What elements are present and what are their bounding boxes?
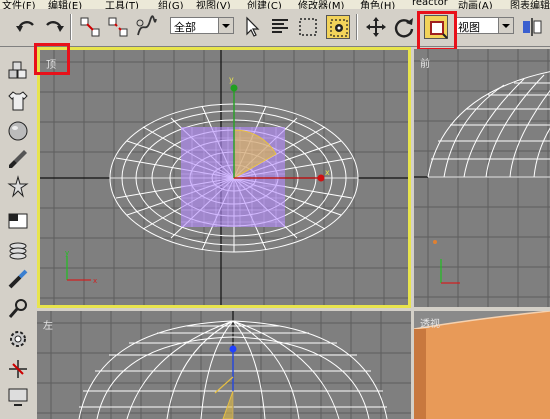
menu-view[interactable]: 视图(V): [196, 0, 231, 9]
viewport-front-label[interactable]: 前: [420, 55, 430, 70]
move-icon[interactable]: [364, 15, 388, 39]
gizmo-x-label: x: [325, 168, 330, 177]
wrench-tool-icon[interactable]: [6, 267, 30, 291]
highlight-box: [417, 11, 457, 51]
stack-icon[interactable]: [6, 239, 30, 263]
gizmo-y-label: y: [229, 75, 234, 84]
select-by-name-icon[interactable]: [268, 15, 292, 39]
sphere-shape-icon[interactable]: [6, 119, 30, 143]
menu-graph-editors[interactable]: 图表编辑: [510, 0, 550, 9]
toolbar-separator: [356, 14, 358, 40]
front-viewport-canvas: [414, 49, 550, 307]
reference-coord-dropdown[interactable]: 视图: [454, 17, 514, 34]
window-crossing-icon[interactable]: [326, 15, 350, 39]
motion-icon[interactable]: [6, 357, 30, 381]
menu-reactor[interactable]: reactor: [412, 0, 448, 8]
menu-create[interactable]: 创建(C): [247, 0, 282, 9]
create-geometry-icon[interactable]: [6, 59, 30, 83]
viewport-left-label[interactable]: 左: [43, 317, 53, 332]
gear-icon[interactable]: [6, 327, 30, 351]
chevron-down-icon[interactable]: [218, 18, 233, 33]
selection-filter-dropdown[interactable]: 全部: [170, 17, 234, 34]
bind-spacewarp-icon[interactable]: [134, 15, 158, 39]
menu-animation[interactable]: 动画(A): [458, 0, 493, 9]
brush-icon[interactable]: [6, 147, 30, 171]
display-icon[interactable]: [6, 385, 30, 409]
select-icon[interactable]: [240, 15, 264, 39]
viewport-left[interactable]: 左: [37, 311, 411, 419]
reference-coord-value: 视图: [458, 21, 480, 34]
left-viewport-canvas: [37, 311, 411, 419]
unlink-icon[interactable]: [106, 15, 130, 39]
world-y-label: y: [65, 249, 69, 257]
star-icon[interactable]: [6, 175, 30, 199]
hammer-icon[interactable]: [6, 297, 30, 321]
link-icon[interactable]: [78, 15, 102, 39]
label-highlight-box: [34, 43, 70, 75]
menu-edit[interactable]: 编辑(E): [48, 0, 82, 9]
main-toolbar: 全部 视图: [0, 9, 550, 47]
world-x-label: x: [93, 277, 97, 285]
mirror-icon[interactable]: [520, 15, 544, 39]
redo-icon[interactable]: [42, 15, 66, 39]
viewport-perspective-label[interactable]: 透视: [420, 315, 440, 330]
left-tool-sidebar: [0, 47, 36, 419]
toolbar-separator: [70, 14, 72, 40]
selection-filter-value: 全部: [174, 21, 196, 34]
menu-bar: 文件(F) 编辑(E) 工具(T) 组(G) 视图(V) 创建(C) 修改器(M…: [0, 0, 550, 9]
modify-panel-icon[interactable]: [6, 209, 30, 233]
rotate-icon[interactable]: [392, 15, 416, 39]
rect-region-icon[interactable]: [296, 15, 320, 39]
menu-character[interactable]: 角色(H): [360, 0, 395, 9]
menu-tools[interactable]: 工具(T): [105, 0, 139, 9]
top-viewport-canvas: y x y x: [40, 50, 408, 305]
undo-icon[interactable]: [14, 15, 38, 39]
menu-file[interactable]: 文件(F): [2, 0, 36, 9]
viewport-top[interactable]: y x y x 顶: [37, 47, 411, 308]
shirt-icon[interactable]: [6, 89, 30, 113]
menu-group[interactable]: 组(G): [158, 0, 184, 9]
viewport-front[interactable]: 前: [414, 49, 550, 307]
menu-modifiers[interactable]: 修改器(M): [298, 0, 344, 9]
chevron-down-icon[interactable]: [498, 18, 513, 33]
viewport-perspective[interactable]: 透视: [414, 311, 550, 419]
